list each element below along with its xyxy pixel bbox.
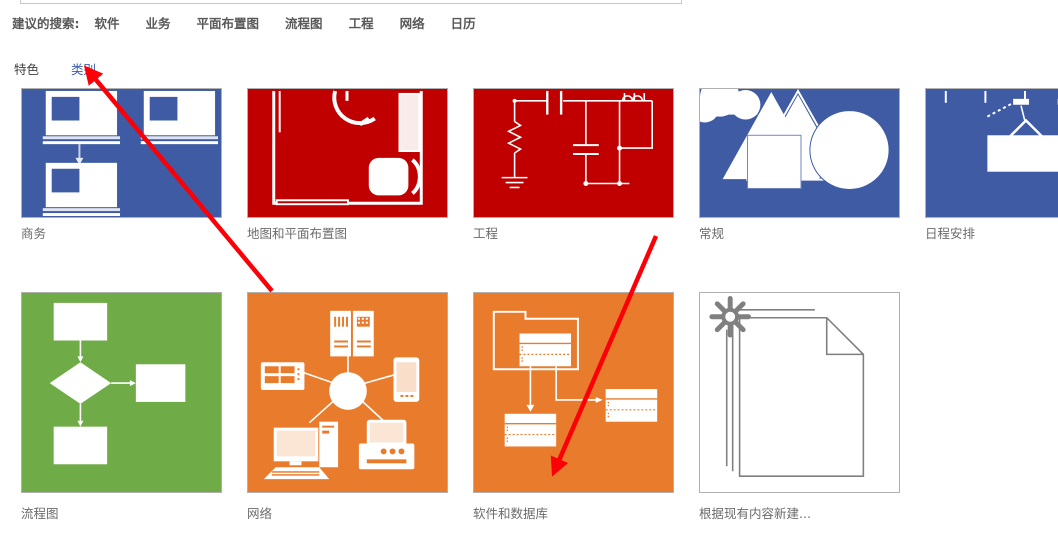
tile-maps-floorplans[interactable] xyxy=(247,88,448,218)
tab-featured[interactable]: 特色 xyxy=(14,59,39,78)
tile-label-network: 网络 xyxy=(247,506,273,521)
schedule-thumb xyxy=(926,89,1058,217)
tile-schedule[interactable] xyxy=(925,88,1058,218)
software-db-thumb xyxy=(474,293,673,492)
tile-label-general: 常规 xyxy=(699,226,725,241)
tile-label-software-database: 软件和数据库 xyxy=(473,506,549,521)
suggested-link-calendar[interactable]: 日历 xyxy=(451,13,476,32)
tile-new-from-existing[interactable] xyxy=(699,292,900,493)
network-thumb xyxy=(248,293,447,492)
tile-software-database[interactable] xyxy=(473,292,674,493)
tile-network[interactable] xyxy=(247,292,448,493)
new-from-existing-thumb xyxy=(700,293,899,492)
general-thumb xyxy=(700,89,899,217)
tile-business[interactable] xyxy=(21,88,222,218)
suggested-link-engineering[interactable]: 工程 xyxy=(349,13,374,32)
suggested-link-flowchart[interactable]: 流程图 xyxy=(285,13,323,32)
template-tabs: 特色 类别 xyxy=(14,59,128,77)
tile-general[interactable] xyxy=(699,88,900,218)
engineering-thumb xyxy=(474,89,673,217)
tile-label-flowchart: 流程图 xyxy=(21,506,59,521)
search-input[interactable] xyxy=(20,0,682,4)
tile-engineering[interactable] xyxy=(473,88,674,218)
business-thumb xyxy=(22,89,221,217)
tile-label-business: 商务 xyxy=(21,226,47,241)
suggested-link-network[interactable]: 网络 xyxy=(400,13,425,32)
flowchart-thumb xyxy=(22,293,221,492)
tile-label-new-from-existing: 根据现有内容新建... xyxy=(699,506,811,521)
tile-flowchart[interactable] xyxy=(21,292,222,493)
suggested-link-floorplan[interactable]: 平面布置图 xyxy=(197,13,260,32)
tile-label-maps-floorplans: 地图和平面布置图 xyxy=(247,226,348,241)
suggested-searches-label: 建议的搜索: xyxy=(12,15,80,31)
suggested-searches: 建议的搜索: 软件 业务 平面布置图 流程图 工程 网络 日历 xyxy=(12,13,476,31)
tab-categories[interactable]: 类别 xyxy=(71,59,96,78)
suggested-link-business[interactable]: 业务 xyxy=(146,13,171,32)
tile-label-schedule: 日程安排 xyxy=(925,226,976,241)
suggested-link-software[interactable]: 软件 xyxy=(95,13,120,32)
floorplan-thumb xyxy=(248,89,447,217)
tile-label-engineering: 工程 xyxy=(473,226,499,241)
